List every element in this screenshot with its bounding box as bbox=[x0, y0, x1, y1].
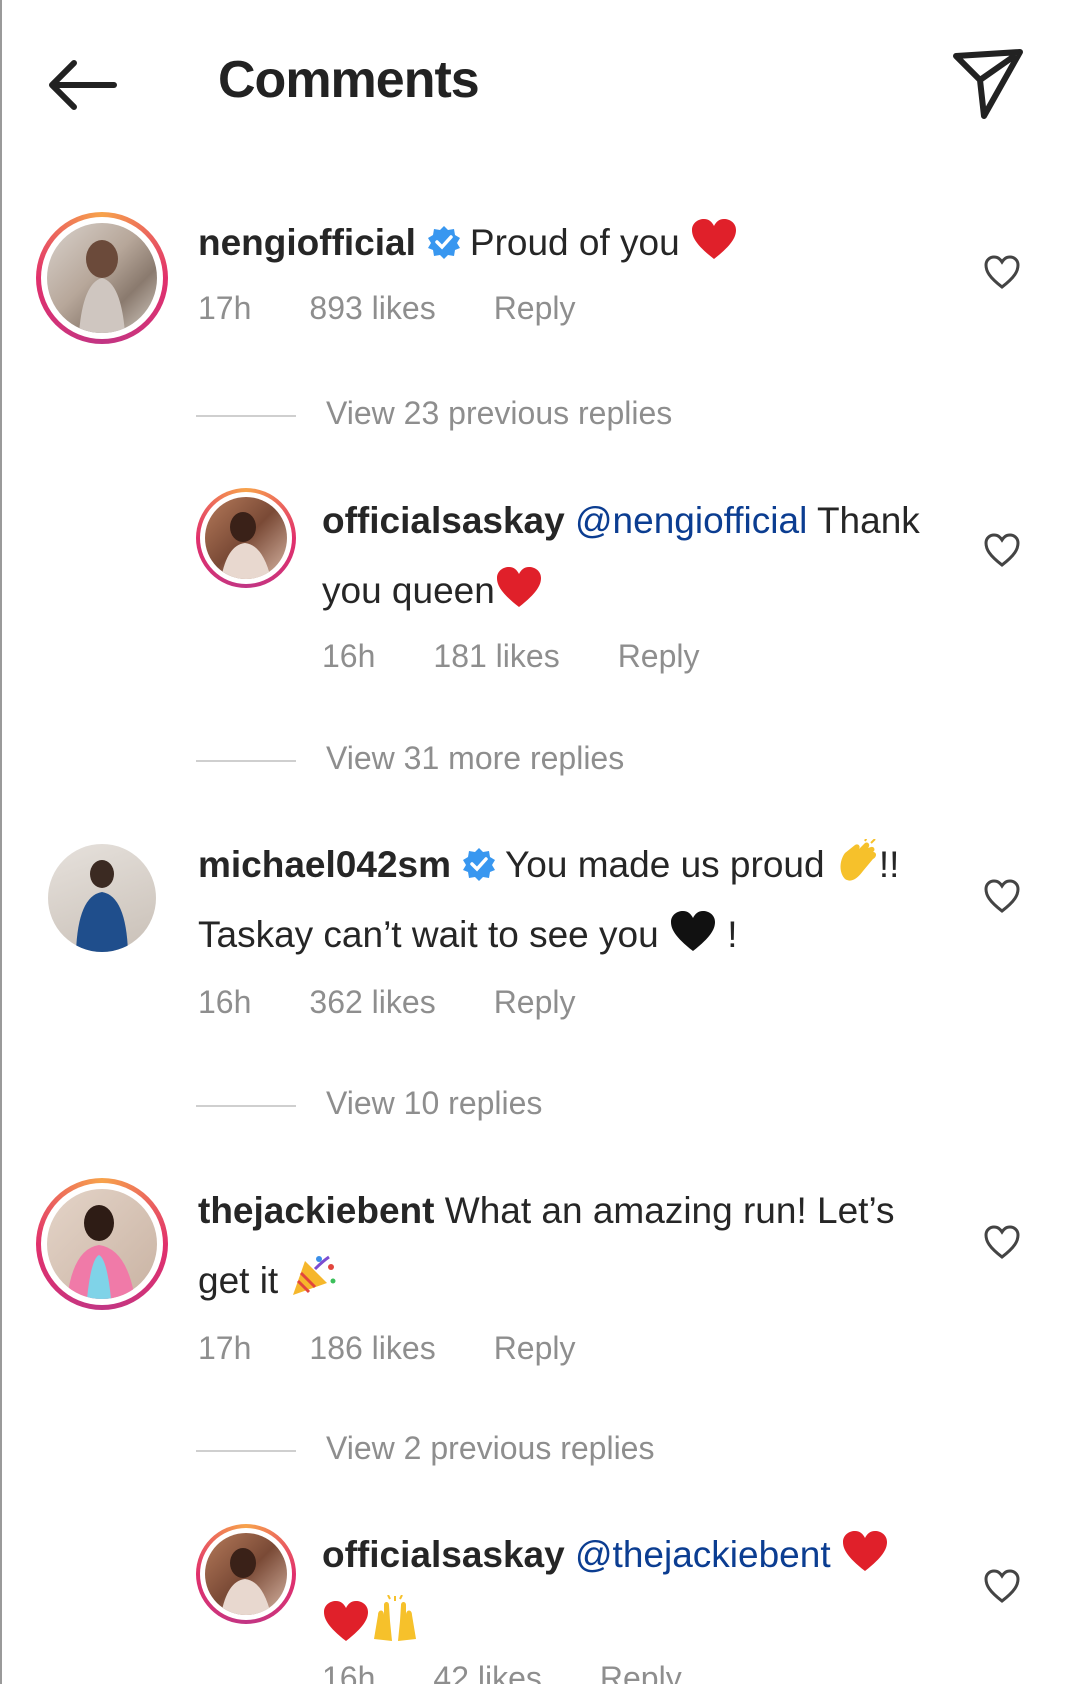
like-button[interactable] bbox=[982, 876, 1022, 916]
divider-line bbox=[196, 759, 296, 762]
header: Comments bbox=[0, 0, 1080, 170]
view-replies-label: View 2 previous replies bbox=[326, 1430, 655, 1466]
divider-line bbox=[196, 414, 296, 417]
red-heart-emoji bbox=[496, 567, 541, 607]
send-icon bbox=[953, 49, 1023, 119]
heart-outline-icon bbox=[984, 533, 1020, 567]
like-button[interactable] bbox=[982, 252, 1022, 292]
mention-link[interactable]: @thejackiebent bbox=[575, 1534, 831, 1575]
comment-body: officialsaskay @thejackiebent bbox=[322, 1520, 942, 1660]
divider-line bbox=[196, 1104, 296, 1107]
heart-outline-icon bbox=[984, 879, 1020, 913]
comment-body: officialsaskay @nengiofficial Thank you … bbox=[322, 486, 942, 626]
comment-likes[interactable]: 893 likes bbox=[309, 290, 435, 326]
avatar[interactable] bbox=[196, 1524, 296, 1624]
back-arrow-icon bbox=[49, 60, 117, 110]
comment-username[interactable]: michael042sm bbox=[198, 844, 451, 885]
share-button[interactable] bbox=[950, 44, 1026, 120]
reply-button[interactable]: Reply bbox=[600, 1660, 682, 1684]
red-heart-emoji bbox=[842, 1531, 887, 1571]
view-replies-button[interactable]: View 23 previous replies bbox=[196, 395, 672, 432]
clapping-hands-emoji bbox=[840, 839, 876, 881]
party-popper-emoji bbox=[292, 1255, 335, 1295]
red-heart-emoji bbox=[324, 1601, 368, 1641]
avatar[interactable] bbox=[36, 1178, 168, 1310]
comment-text: you queen bbox=[322, 570, 495, 611]
comment-username[interactable]: officialsaskay bbox=[322, 500, 565, 541]
view-replies-button[interactable]: View 2 previous replies bbox=[196, 1430, 654, 1467]
verified-badge-icon bbox=[463, 848, 496, 881]
comment-body: thejackiebent What an amazing run! Let’s… bbox=[198, 1176, 938, 1316]
comment-likes[interactable]: 186 likes bbox=[309, 1330, 435, 1366]
comment-meta: 17h 186 likes Reply bbox=[198, 1330, 634, 1367]
view-replies-button[interactable]: View 31 more replies bbox=[196, 740, 624, 777]
avatar[interactable] bbox=[48, 844, 156, 952]
comment-time: 17h bbox=[198, 1330, 252, 1366]
reply-button[interactable]: Reply bbox=[494, 1330, 576, 1366]
comment-meta: 16h 42 likes Reply bbox=[322, 1660, 740, 1684]
comment-text: What an amazing run! Let’s bbox=[444, 1190, 895, 1231]
reply-button[interactable]: Reply bbox=[494, 984, 576, 1020]
comment-username[interactable]: officialsaskay bbox=[322, 1534, 565, 1575]
comment-username[interactable]: thejackiebent bbox=[198, 1190, 434, 1231]
avatar[interactable] bbox=[196, 488, 296, 588]
comment-meta: 17h 893 likes Reply bbox=[198, 290, 634, 327]
view-replies-label: View 31 more replies bbox=[326, 740, 625, 776]
comment-text: get it bbox=[198, 1260, 279, 1301]
view-replies-label: View 10 replies bbox=[326, 1085, 543, 1121]
comment-text: You made us proud bbox=[505, 844, 825, 885]
comment-username[interactable]: nengiofficial bbox=[198, 222, 416, 263]
comment-body: michael042sm You made us proud !! Taskay … bbox=[198, 830, 938, 970]
divider-line bbox=[196, 1449, 296, 1452]
comment-time: 16h bbox=[322, 1660, 376, 1684]
comment-meta: 16h 362 likes Reply bbox=[198, 984, 634, 1021]
comment-text: Taskay can’t wait to see you bbox=[198, 914, 659, 955]
like-button[interactable] bbox=[982, 1222, 1022, 1262]
view-replies-button[interactable]: View 10 replies bbox=[196, 1085, 542, 1122]
comment-time: 16h bbox=[322, 638, 376, 674]
comment-likes[interactable]: 42 likes bbox=[433, 1660, 542, 1684]
raising-hands-emoji bbox=[374, 1595, 416, 1641]
comment-text: Thank bbox=[816, 500, 920, 541]
like-button[interactable] bbox=[982, 1566, 1022, 1606]
comment-time: 16h bbox=[198, 984, 252, 1020]
page-title: Comments bbox=[218, 51, 480, 109]
avatar[interactable] bbox=[36, 212, 168, 344]
comment-text: ! bbox=[727, 914, 738, 955]
comment-text: Proud of you bbox=[469, 222, 680, 263]
back-button[interactable] bbox=[44, 50, 124, 120]
comment-likes[interactable]: 181 likes bbox=[433, 638, 559, 674]
heart-outline-icon bbox=[984, 255, 1020, 289]
reply-button[interactable]: Reply bbox=[618, 638, 700, 674]
comment-body: nengiofficial Proud of you bbox=[198, 208, 918, 278]
like-button[interactable] bbox=[982, 530, 1022, 570]
comment-likes[interactable]: 362 likes bbox=[309, 984, 435, 1020]
comment-meta: 16h 181 likes Reply bbox=[322, 638, 758, 675]
window-edge bbox=[0, 0, 2, 1684]
reply-button[interactable]: Reply bbox=[494, 290, 576, 326]
red-heart-emoji bbox=[692, 219, 736, 259]
black-heart-emoji bbox=[670, 911, 715, 951]
comment-text: !! bbox=[878, 844, 900, 885]
heart-outline-icon bbox=[984, 1225, 1020, 1259]
verified-badge-icon bbox=[427, 226, 460, 259]
comment-time: 17h bbox=[198, 290, 252, 326]
view-replies-label: View 23 previous replies bbox=[326, 395, 673, 431]
mention-link[interactable]: @nengiofficial bbox=[575, 500, 807, 541]
heart-outline-icon bbox=[984, 1569, 1020, 1603]
